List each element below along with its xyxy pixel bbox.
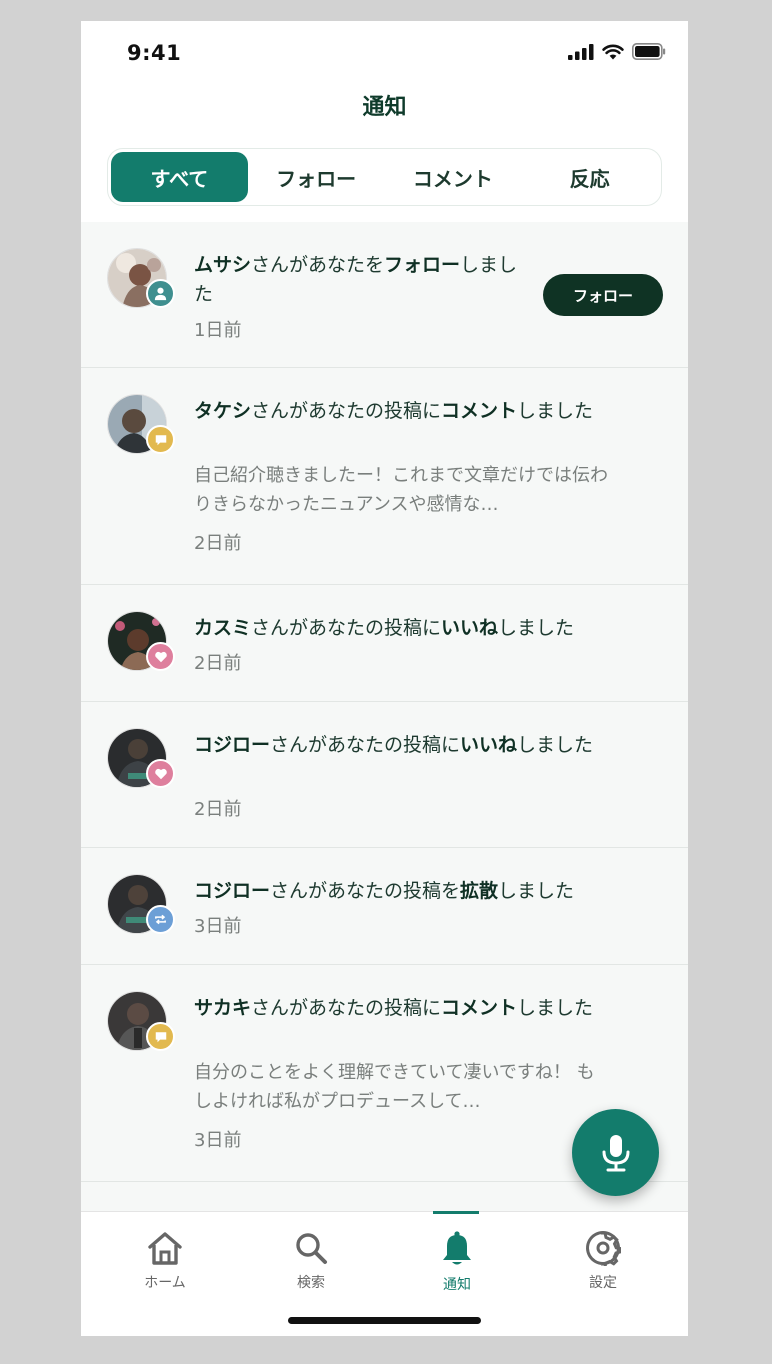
notification-item[interactable]: コジローさんがあなたの投稿を拡散しました 3日前 bbox=[81, 848, 688, 965]
tab-search[interactable]: 検索 bbox=[251, 1212, 371, 1307]
home-icon bbox=[148, 1232, 182, 1265]
status-icons bbox=[568, 43, 666, 60]
tab-comment[interactable]: コメント bbox=[385, 152, 522, 202]
action-word: フォロー bbox=[384, 254, 461, 276]
follow-back-button[interactable]: フォロー bbox=[543, 274, 663, 316]
tab-label: 設定 bbox=[589, 1275, 617, 1291]
tab-settings[interactable]: 設定 bbox=[543, 1212, 663, 1307]
timestamp: 1日前 bbox=[194, 320, 242, 341]
tab-reaction[interactable]: 反応 bbox=[521, 152, 658, 202]
microphone-icon bbox=[602, 1134, 629, 1171]
text-fragment: しました bbox=[498, 880, 575, 902]
voice-record-button[interactable] bbox=[572, 1109, 659, 1196]
heart-icon bbox=[146, 642, 175, 671]
tab-notifications[interactable]: 通知 bbox=[397, 1211, 517, 1307]
status-time: 9:41 bbox=[127, 41, 182, 65]
tab-home[interactable]: ホーム bbox=[105, 1212, 225, 1307]
notification-item[interactable]: ムサシさんがあなたをフォローしました 1日前 フォロー bbox=[81, 222, 688, 368]
text-fragment: さんがあなたの投稿に bbox=[251, 997, 442, 1019]
text-fragment: しました bbox=[517, 400, 594, 422]
tab-label: 検索 bbox=[297, 1275, 325, 1291]
tab-follow[interactable]: フォロー bbox=[248, 152, 385, 202]
home-indicator bbox=[288, 1317, 481, 1324]
notification-text: ムサシさんがあなたをフォローしました bbox=[194, 251, 534, 309]
action-word: いいね bbox=[460, 734, 518, 756]
signal-icon bbox=[568, 43, 594, 60]
tab-all[interactable]: すべて bbox=[111, 152, 248, 202]
actor-name: サカキ bbox=[194, 997, 252, 1019]
text-fragment: さんがあなたの投稿に bbox=[270, 734, 461, 756]
actor-name: カスミ bbox=[194, 617, 252, 639]
notification-text: カスミさんがあなたの投稿にいいねしました bbox=[194, 614, 634, 643]
text-fragment: さんがあなたを bbox=[251, 254, 385, 276]
text-fragment: しました bbox=[517, 734, 594, 756]
action-word: いいね bbox=[441, 617, 499, 639]
notification-item[interactable]: タケシさんがあなたの投稿にコメントしました 自己紹介聴きましたー！これまで文章だ… bbox=[81, 368, 688, 585]
filter-segmented-control: すべて フォロー コメント 反応 bbox=[107, 148, 662, 206]
phone-screen: 9:41 通知 すべて フォロー コメント 反応 ムサシさんがあなたをフォローし… bbox=[81, 21, 688, 1336]
notification-item[interactable]: カスミさんがあなたの投稿にいいねしました 2日前 bbox=[81, 585, 688, 702]
comment-icon bbox=[146, 425, 175, 454]
wifi-icon bbox=[602, 44, 624, 59]
action-word: コメント bbox=[441, 997, 518, 1019]
notification-text: コジローさんがあなたの投稿を拡散しました bbox=[194, 877, 634, 906]
notification-text: コジローさんがあなたの投稿にいいねしました bbox=[194, 731, 624, 760]
comment-preview: 自分のことをよく理解できていて凄いですね！ もしよければ私がプロデュースして… bbox=[194, 1062, 595, 1112]
timestamp: 3日前 bbox=[194, 916, 242, 937]
active-tab-indicator bbox=[433, 1211, 479, 1214]
bell-icon bbox=[443, 1231, 471, 1265]
actor-name: コジロー bbox=[194, 734, 271, 756]
comment-icon bbox=[146, 1022, 175, 1051]
notification-text: サカキさんがあなたの投稿にコメントしました bbox=[194, 994, 624, 1023]
tab-label: ホーム bbox=[144, 1275, 186, 1291]
notification-list: ムサシさんがあなたをフォローしました 1日前 フォロー タケシさんがあなたの投稿… bbox=[81, 222, 688, 1222]
text-fragment: さんがあなたの投稿に bbox=[251, 617, 442, 639]
actor-name: コジロー bbox=[194, 880, 271, 902]
text-fragment: さんがあなたの投稿に bbox=[251, 400, 442, 422]
timestamp: 2日前 bbox=[194, 533, 242, 554]
status-bar: 9:41 bbox=[81, 21, 688, 85]
repost-icon bbox=[146, 905, 175, 934]
heart-icon bbox=[146, 759, 175, 788]
search-icon bbox=[296, 1233, 327, 1264]
action-word: 拡散 bbox=[460, 880, 499, 902]
notification-text: タケシさんがあなたの投稿にコメントしました bbox=[194, 397, 624, 426]
notification-item[interactable]: コジローさんがあなたの投稿にいいねしました 2日前 bbox=[81, 702, 688, 848]
text-fragment: しました bbox=[517, 997, 594, 1019]
gear-icon bbox=[586, 1231, 621, 1266]
actor-name: タケシ bbox=[194, 400, 252, 422]
timestamp: 2日前 bbox=[194, 799, 242, 820]
tab-label: 通知 bbox=[443, 1277, 471, 1293]
person-icon bbox=[146, 279, 175, 308]
timestamp: 3日前 bbox=[194, 1130, 242, 1151]
text-fragment: さんがあなたの投稿を bbox=[270, 880, 461, 902]
action-word: コメント bbox=[441, 400, 518, 422]
actor-name: ムサシ bbox=[194, 254, 252, 276]
text-fragment: しました bbox=[498, 617, 575, 639]
battery-icon bbox=[632, 43, 666, 60]
page-title: 通知 bbox=[362, 95, 407, 120]
timestamp: 2日前 bbox=[194, 653, 242, 674]
comment-preview: 自己紹介聴きましたー！これまで文章だけでは伝わりきらなかったニュアンスや感情な… bbox=[194, 465, 608, 515]
